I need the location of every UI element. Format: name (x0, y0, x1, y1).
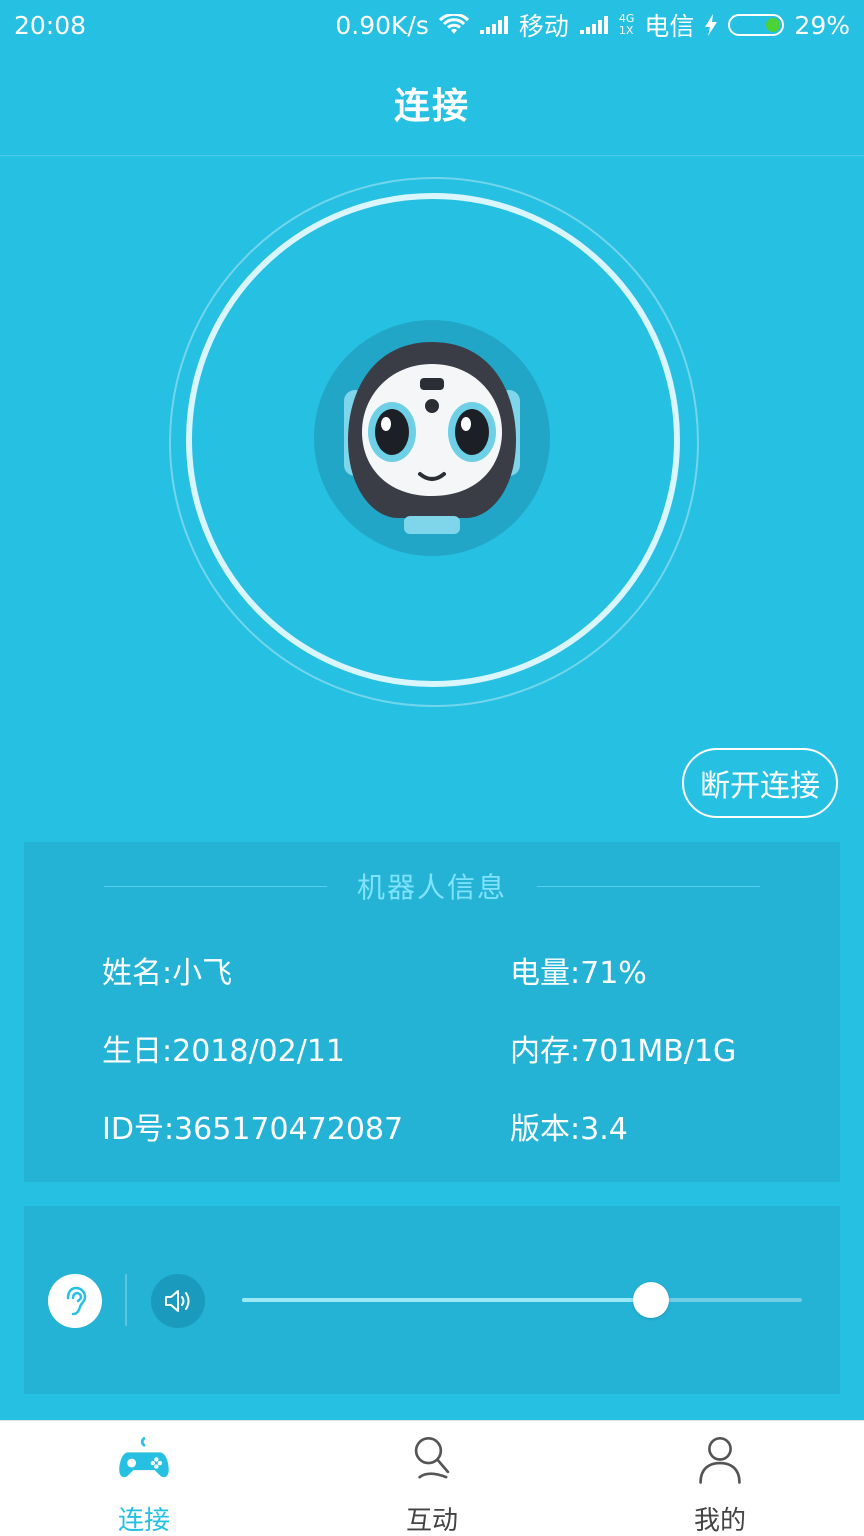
network-type: 4G 1X (619, 13, 635, 37)
battery-icon (728, 14, 785, 36)
robot-avatar (314, 320, 550, 556)
carrier-2: 电信 (644, 12, 695, 41)
title-line-left (104, 885, 327, 887)
title-line-right (537, 885, 761, 887)
tab-interact[interactable]: 互动 (288, 1421, 576, 1536)
microphone-icon (414, 1436, 450, 1479)
robot-info-title-row: 机器人信息 (104, 866, 761, 906)
robot-memory: 内存:701MB/1G (510, 1034, 737, 1069)
tab-interact-label: 互动 (405, 1506, 458, 1536)
page-title: 连接 (393, 85, 470, 127)
volume-slider[interactable] (242, 1282, 802, 1318)
signal-icon-2 (579, 15, 609, 35)
tab-connect-label: 连接 (117, 1506, 170, 1536)
network-speed: 0.90K/s (335, 10, 429, 40)
robot-info-card: 机器人信息 姓名:小飞 电量:71% 生日:2018/02/11 内存:701M… (24, 842, 840, 1182)
robot-birthday: 生日:2018/02/11 (102, 1034, 346, 1069)
gamepad-icon (119, 1436, 169, 1478)
volume-divider (125, 1274, 127, 1326)
status-time: 20:08 (14, 10, 87, 40)
header: 连接 (0, 50, 864, 156)
robot-name: 姓名:小飞 (102, 956, 233, 991)
speaker-icon (165, 1290, 190, 1312)
volume-card (24, 1206, 840, 1394)
carrier-1: 移动 (518, 12, 569, 41)
robot-battery: 电量:71% (510, 956, 647, 991)
user-icon (699, 1436, 741, 1484)
status-right: 0.90K/s 移动 4G 1X 电信 29% (335, 7, 850, 43)
robot-id: ID号:365170472087 (102, 1112, 404, 1147)
volume-slider-fill (242, 1298, 651, 1302)
tab-profile[interactable]: 我的 (576, 1421, 864, 1536)
robot-version: 版本:3.4 (510, 1112, 628, 1147)
robot-info-title: 机器人信息 (357, 871, 508, 904)
volume-slider-thumb[interactable] (632, 1282, 669, 1318)
disconnect-button[interactable]: 断开连接 (682, 748, 838, 818)
ear-icon (66, 1286, 87, 1316)
tab-profile-label: 我的 (693, 1506, 746, 1536)
tab-bar: 连接 互动 我的 (0, 1420, 864, 1536)
battery-level (766, 18, 781, 32)
network-type-bottom: 1X (618, 24, 634, 37)
wifi-icon (438, 14, 469, 36)
speaker-button[interactable] (151, 1274, 205, 1328)
battery-percent: 29% (794, 10, 850, 40)
status-bar: 20:08 0.90K/s 移动 4G 1X 电信 29% (0, 0, 864, 50)
tab-connect[interactable]: 连接 (0, 1421, 288, 1536)
signal-icon (479, 15, 509, 35)
listen-button[interactable] (48, 1274, 102, 1328)
charging-icon (704, 14, 718, 36)
